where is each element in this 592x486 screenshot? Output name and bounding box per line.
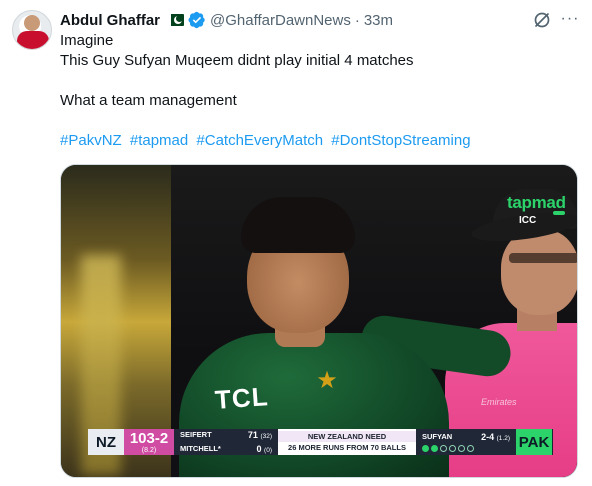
verified-badge-icon — [188, 11, 206, 29]
tweet-line: This Guy Sufyan Muqeem didnt play initia… — [60, 52, 414, 69]
tweet-timestamp[interactable]: 33m — [364, 12, 393, 29]
batter2-name: MITCHELL* — [180, 444, 221, 453]
ball-indicator — [449, 445, 456, 452]
ball-indicator — [422, 445, 429, 452]
bowler-figures: 2-4 — [481, 432, 495, 442]
bowler-panel: SUFYAN 2-4 (1.2) — [416, 429, 516, 455]
more-icon[interactable]: ··· — [560, 10, 580, 30]
umpire-sponsor-text: Emirates — [481, 397, 517, 407]
ball-indicator — [467, 445, 474, 452]
batter1-runs: 71 — [247, 430, 258, 440]
avatar-face — [24, 15, 40, 31]
tapmad-watermark: tapmad — [507, 193, 566, 212]
target-line2: 26 MORE RUNS FROM 70 BALLS — [288, 443, 406, 452]
batter2-runs: 0 — [256, 444, 262, 454]
tweet-header: Abdul Ghaffar @GhaffarDawnNews · 33m — [60, 10, 393, 30]
player-hair — [241, 197, 355, 253]
over-ball-indicators — [422, 445, 510, 452]
tweet-line — [60, 71, 580, 91]
broadcast-scene: ICC Emirates TCL ★ tapmad NZ 103-2 (8.2)… — [61, 165, 577, 477]
separator-dot: · — [354, 11, 360, 29]
grok-icon[interactable] — [532, 10, 552, 30]
bowler-name: SUFYAN — [422, 432, 453, 441]
target-line1: NEW ZEALAND NEED — [278, 430, 416, 442]
pcb-star-icon: ★ — [316, 367, 338, 394]
hashtag-row: #PakvNZ #tapmad #CatchEveryMatch #DontSt… — [60, 131, 475, 151]
batting-team: NZ — [88, 429, 124, 455]
team-score: 103-2 (8.2) — [124, 429, 174, 455]
tapmad-underline — [553, 211, 565, 215]
batter1-name: SEIFERT — [180, 430, 212, 439]
avatar[interactable] — [12, 10, 52, 50]
pakistan-flag-icon — [166, 14, 184, 26]
icc-hat-badge: ICC — [519, 215, 537, 226]
jersey-sponsor-text: TCL — [213, 381, 270, 415]
hashtag-link[interactable]: #DontStopStreaming — [331, 132, 470, 149]
umpire-head — [501, 229, 577, 315]
ball-indicator — [458, 445, 465, 452]
tweet-media-image[interactable]: ICC Emirates TCL ★ tapmad NZ 103-2 (8.2)… — [60, 164, 578, 478]
tweet-text: Imagine This Guy Sufyan Muqeem didnt pla… — [60, 31, 580, 111]
score-value: 103-2 — [129, 429, 169, 447]
target-panel: NEW ZEALAND NEED 26 MORE RUNS FROM 70 BA… — [278, 429, 416, 455]
batter2-balls: (0) — [264, 447, 272, 454]
hashtag-link[interactable]: #CatchEveryMatch — [196, 132, 323, 149]
scorebar: NZ 103-2 (8.2) SEIFERT 71 (32) MITCHELL*… — [88, 429, 553, 455]
ball-indicator — [440, 445, 447, 452]
umpire-glasses — [509, 253, 577, 263]
hashtag-link[interactable]: #tapmad — [130, 132, 188, 149]
bowling-team: PAK — [516, 429, 552, 455]
author-handle[interactable]: @GhaffarDawnNews — [210, 12, 351, 29]
batters-panel: SEIFERT 71 (32) MITCHELL* 0 (0) — [174, 429, 278, 455]
score-overs: (8.2) — [141, 446, 157, 454]
ball-indicator — [431, 445, 438, 452]
tweet-line: What a team management — [60, 92, 237, 109]
batter1-balls: (32) — [260, 433, 272, 440]
author-name[interactable]: Abdul Ghaffar — [60, 12, 160, 29]
tweet-line: Imagine — [60, 32, 114, 49]
hashtag-link[interactable]: #PakvNZ — [60, 132, 122, 149]
avatar-body — [17, 31, 49, 49]
bowler-overs: (1.2) — [496, 435, 510, 442]
